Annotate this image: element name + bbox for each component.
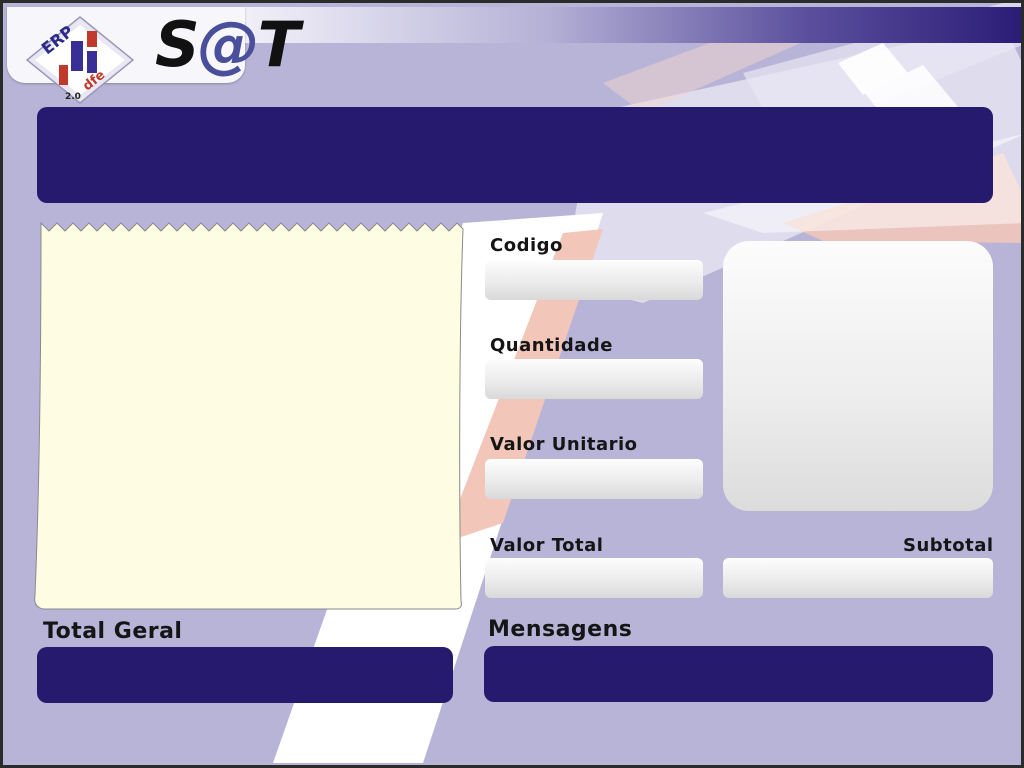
receipt-panel[interactable] — [33, 219, 465, 611]
valor-total-label: Valor Total — [490, 535, 604, 556]
logo-letter-s: S — [155, 8, 200, 81]
quantidade-label: Quantidade — [490, 335, 613, 356]
quantidade-field[interactable] — [485, 359, 703, 399]
subtotal-field[interactable] — [723, 558, 993, 598]
codigo-label: Codigo — [490, 235, 563, 256]
valor-unitario-label: Valor Unitario — [490, 434, 638, 455]
valor-total-field[interactable] — [485, 558, 703, 598]
logo-card: ERP dfe 2.0 S@T — [7, 7, 300, 104]
codigo-field[interactable] — [485, 260, 703, 300]
header-display — [37, 107, 993, 203]
sat-window: ERP dfe 2.0 S@T Codigo Quantidade Valor … — [0, 0, 1024, 768]
subtotal-label: Subtotal — [903, 535, 994, 556]
app-logo-text: S@T — [155, 13, 300, 77]
mensagens-display — [484, 646, 993, 702]
valor-unitario-field[interactable] — [485, 459, 703, 499]
logo-at-sign: @ — [197, 8, 260, 81]
erp-die-logo-icon: ERP dfe 2.0 — [25, 16, 135, 104]
svg-text:2.0: 2.0 — [65, 92, 81, 102]
total-geral-label: Total Geral — [43, 619, 183, 644]
total-geral-display — [37, 647, 453, 703]
logo-letter-t: T — [257, 8, 300, 81]
product-image-panel — [723, 241, 993, 511]
mensagens-label: Mensagens — [488, 617, 633, 642]
